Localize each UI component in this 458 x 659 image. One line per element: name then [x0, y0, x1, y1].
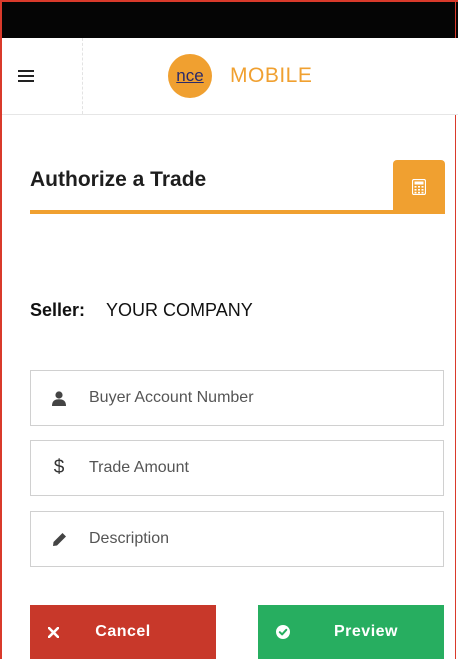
- page-title-row: Authorize a Trade: [30, 160, 445, 216]
- description-input[interactable]: [89, 512, 419, 566]
- app-header: nce MOBILE: [2, 38, 458, 115]
- calculator-button[interactable]: [393, 160, 445, 214]
- logo-text: MOBILE: [230, 64, 313, 87]
- dollar-icon: $: [53, 457, 65, 478]
- description-field: [30, 511, 444, 567]
- user-icon: [49, 371, 69, 425]
- app-logo: nce MOBILE: [168, 54, 312, 98]
- buyer-account-input[interactable]: [89, 371, 419, 425]
- menu-button[interactable]: [2, 38, 83, 114]
- cancel-label: Cancel: [95, 623, 151, 640]
- logo-mark: nce: [176, 66, 204, 85]
- logo-circle: nce: [168, 54, 212, 98]
- preview-label: Preview: [334, 623, 398, 640]
- calculator-icon: [412, 179, 426, 195]
- cancel-button[interactable]: Cancel: [30, 605, 216, 659]
- preview-button[interactable]: Preview: [258, 605, 444, 659]
- buyer-account-field: [30, 370, 444, 426]
- page-title: Authorize a Trade: [30, 168, 207, 191]
- trade-amount-input[interactable]: [89, 441, 419, 495]
- hamburger-icon: [18, 70, 34, 82]
- seller-value: YOUR COMPANY: [106, 300, 253, 320]
- pencil-icon: [49, 512, 69, 566]
- seller-info: Seller: YOUR COMPANY: [30, 300, 253, 321]
- seller-label: Seller:: [30, 300, 86, 320]
- title-underline: [30, 210, 394, 214]
- trade-amount-field: $: [30, 440, 444, 496]
